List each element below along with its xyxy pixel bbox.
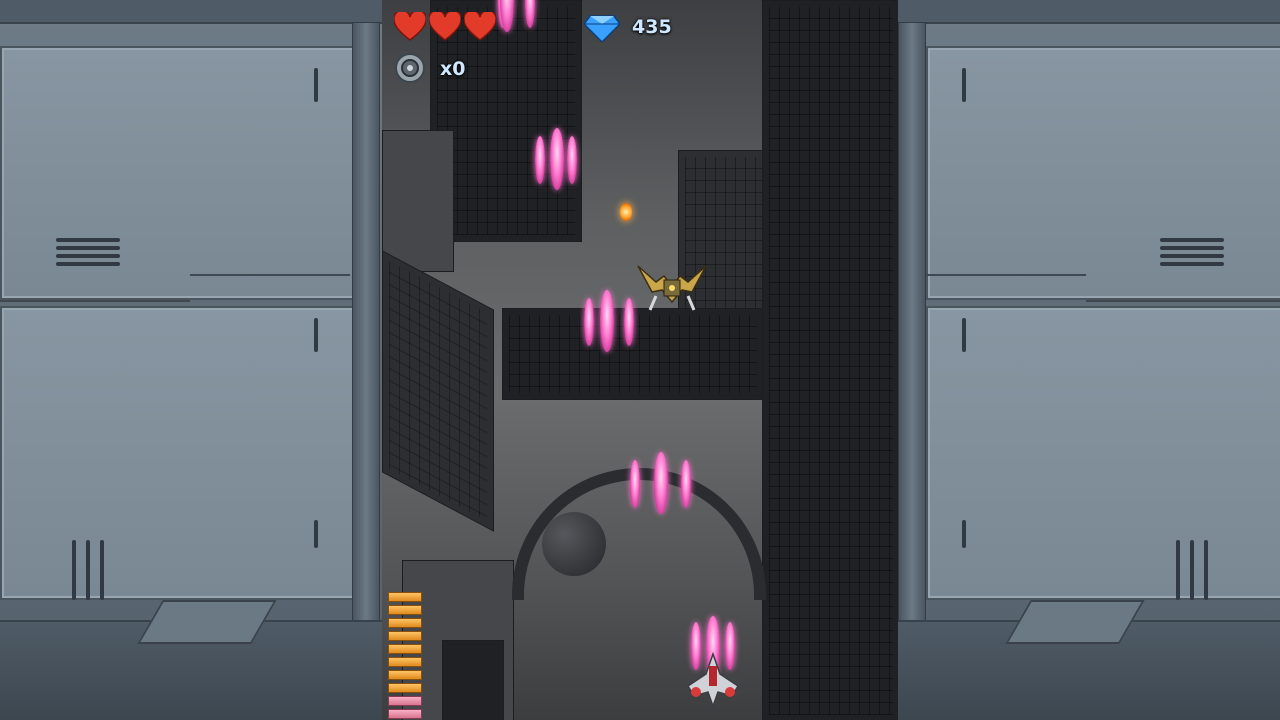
power-segment [388,644,422,654]
player-bullet [550,128,564,190]
player-ship[interactable] [684,652,742,708]
slot [1176,540,1180,600]
power-segment [388,657,422,667]
vent [56,238,120,266]
power-segment [388,631,422,641]
player-bullet [681,460,691,508]
slot [314,520,318,548]
seam [926,274,1086,276]
slot [72,540,76,600]
power-segment [388,605,422,615]
enemy-bullet [620,203,632,221]
heart-icon [394,12,426,41]
top-strip [898,0,1280,24]
slot [314,318,318,352]
player-bullet [584,298,594,346]
power-segment [388,683,422,693]
blue-diamond-icon [584,15,620,42]
right-side-panel [898,0,1280,720]
player-bullet [630,460,640,508]
lower-plate [926,306,1280,600]
gems-counter: 435 [632,16,672,38]
slot [100,540,104,600]
upper-plate [926,46,1280,300]
power-meter [388,592,422,719]
seam [190,274,350,276]
vent [1160,238,1224,266]
slot [962,318,966,352]
sphere-structure [542,512,606,576]
seam [1086,300,1280,302]
lower-plate [0,306,356,600]
player-bullet [654,452,668,514]
seam [0,300,190,302]
bomb-ring-icon[interactable] [394,52,426,84]
slot [962,520,966,548]
player-bullet [535,136,545,184]
slot [1204,540,1208,600]
player-bullet [600,290,614,352]
power-segment [388,592,422,602]
player-bullet [567,136,577,184]
heart-icon [429,12,461,41]
left-side-panel [0,0,382,720]
top-strip [0,0,382,24]
slot [962,68,966,102]
power-segment [388,709,422,719]
slot [1190,540,1194,600]
upper-plate [0,46,356,300]
building [382,250,494,532]
power-segment [388,696,422,706]
side-rail [898,22,926,622]
enemy-mech [637,265,707,311]
slot [314,68,318,102]
heart-icon [464,12,496,41]
building [382,130,454,272]
slot [86,540,90,600]
bombs-counter: x0 [440,58,466,80]
play-field[interactable]: 435 x0 [382,0,898,720]
building [442,640,504,720]
side-rail [352,22,380,622]
power-segment [388,618,422,628]
player-bullet [624,298,634,346]
power-segment [388,670,422,680]
tower-right [762,0,898,720]
